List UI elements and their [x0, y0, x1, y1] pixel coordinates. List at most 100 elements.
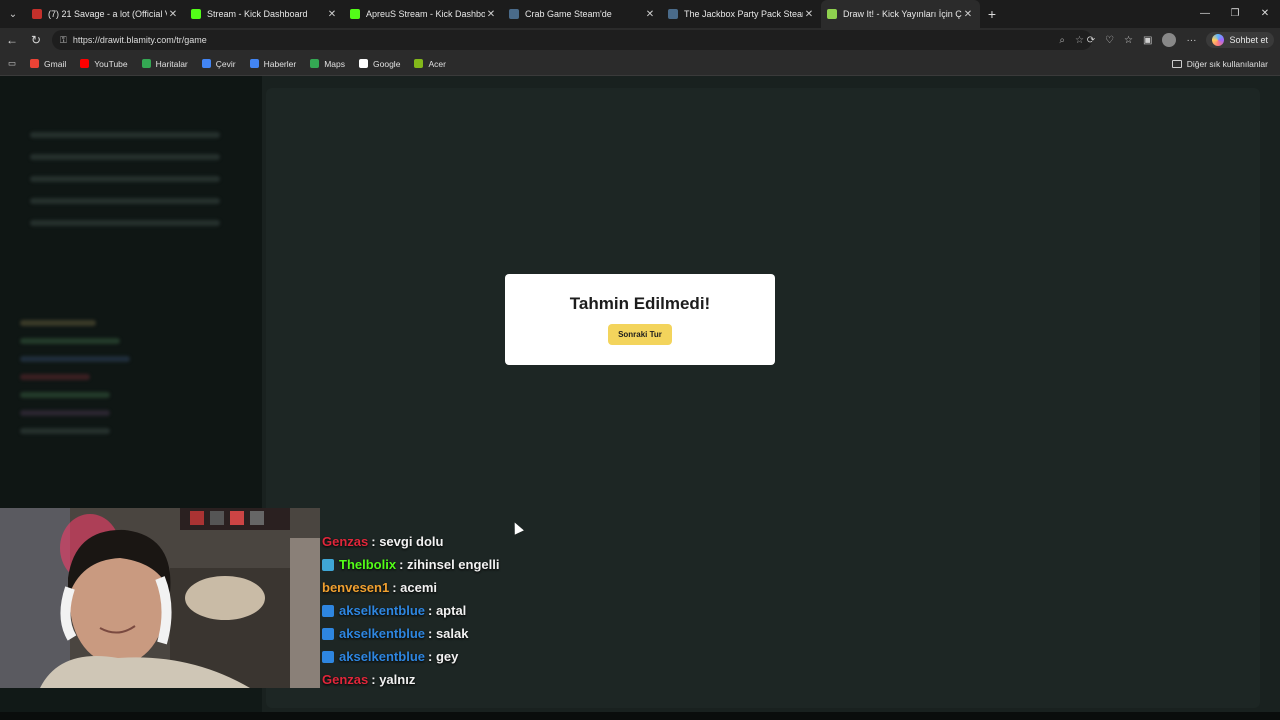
- bookmark-label: Haritalar: [155, 58, 188, 69]
- profile-avatar[interactable]: [1162, 33, 1177, 47]
- browser-essentials-icon[interactable]: ♡: [1105, 35, 1114, 46]
- tab-favicon-icon: [350, 9, 360, 19]
- browser-tab[interactable]: Draw It! - Kick Yayınları İçin Çizim✕: [821, 0, 980, 28]
- close-tab-icon[interactable]: ✕: [803, 9, 815, 20]
- tab-title: Crab Game Steam'de: [525, 9, 612, 19]
- chat-text: : acemi: [392, 580, 438, 595]
- bookmark-favicon-icon: [80, 59, 90, 68]
- close-tab-icon[interactable]: ✕: [644, 9, 656, 20]
- chat-overlay: Genzas: sevgi dolu Thelbolix: zihinsel en…: [322, 530, 722, 691]
- close-tab-icon[interactable]: ✕: [167, 9, 179, 20]
- chat-message: akselkentblue: aptal: [322, 599, 722, 622]
- bookmark-label: Maps: [324, 58, 346, 69]
- bookmark-item[interactable]: Google: [359, 59, 400, 69]
- chat-badge-icon: [322, 558, 334, 571]
- extensions-icon[interactable]: ⟳: [1087, 35, 1095, 46]
- favorites-icon[interactable]: ☆: [1124, 35, 1133, 46]
- bookmark-item[interactable]: YouTube: [80, 59, 128, 69]
- close-window-icon[interactable]: ✕: [1250, 0, 1280, 28]
- next-round-button[interactable]: Sonraki Tur: [608, 324, 672, 345]
- tab-favicon-icon: [509, 9, 519, 19]
- tab-title: (7) 21 Savage - a lot (Official Video: [48, 9, 167, 19]
- bookmark-favicon-icon: [141, 59, 151, 68]
- bookmark-label: Acer: [428, 58, 446, 69]
- tab-favicon-icon: [827, 9, 837, 19]
- chat-username: akselkentblue: [339, 626, 425, 641]
- tab-strip: ⌄ (7) 21 Savage - a lot (Official Video✕…: [0, 0, 1280, 28]
- restore-icon[interactable]: ❐: [1220, 0, 1250, 28]
- chat-badge-icon: [322, 604, 334, 617]
- chat-badge-icon: [322, 650, 334, 663]
- bookmark-item[interactable]: Acer: [414, 58, 446, 69]
- webcam-image: [0, 508, 320, 688]
- minimize-icon[interactable]: —: [1190, 0, 1220, 28]
- bookmark-item[interactable]: Gmail: [30, 59, 66, 69]
- tab-title: The Jackbox Party Pack Steam'de: [684, 9, 803, 19]
- bookmark-label: Çevir: [215, 58, 236, 69]
- tab-favicon-icon: [32, 9, 42, 19]
- tab-title: ApreuS Stream - Kick Dashboard: [366, 9, 485, 19]
- tab-actions-menu[interactable]: ⌄: [0, 0, 26, 28]
- bookmark-favicon-icon: [414, 59, 424, 68]
- sidebar-toggle-icon[interactable]: ▭: [8, 58, 16, 69]
- chat-username: Genzas: [322, 672, 369, 687]
- browser-tab[interactable]: (7) 21 Savage - a lot (Official Video✕: [26, 0, 185, 28]
- chat-message: Thelbolix: zihinsel engelli: [322, 553, 722, 576]
- chat-message: akselkentblue: salak: [322, 622, 722, 645]
- more-menu-icon[interactable]: ···: [1186, 35, 1196, 46]
- chat-message: benvesen1: acemi: [322, 576, 722, 599]
- chat-message: Genzas: yalnız: [322, 668, 722, 691]
- bookmark-item[interactable]: Maps: [310, 59, 345, 69]
- tab-favicon-icon: [191, 9, 201, 19]
- chat-username: akselkentblue: [339, 649, 425, 664]
- bottom-bar: [0, 712, 1280, 720]
- tab-title: Stream - Kick Dashboard: [207, 9, 308, 19]
- zoom-icon[interactable]: ⌕: [1059, 35, 1065, 46]
- bookmarks-bar: ▭ Gmail YouTube Haritalar Çevir Haberler Maps…: [0, 52, 1280, 76]
- close-tab-icon[interactable]: ✕: [485, 9, 497, 20]
- result-modal: Tahmin Edilmedi! Sonraki Tur: [505, 274, 775, 365]
- blurred-sidebar: [0, 76, 262, 508]
- copilot-button[interactable]: Sohbet et: [1206, 32, 1274, 48]
- chat-message: Genzas: sevgi dolu: [322, 530, 722, 553]
- chat-text: : salak: [428, 626, 469, 641]
- other-favorites[interactable]: Diğer sık kullanılanlar: [1171, 59, 1268, 69]
- collections-icon[interactable]: ▣: [1143, 35, 1152, 46]
- reload-icon[interactable]: ↻: [24, 33, 48, 47]
- new-tab-button[interactable]: +: [980, 6, 1004, 22]
- chat-badge-icon: [322, 627, 334, 640]
- toolbar-right: ⟳ ♡ ☆ ▣ ··· Sohbet et: [1087, 28, 1274, 52]
- bookmark-favicon-icon: [359, 59, 369, 68]
- bookmark-item[interactable]: Haritalar: [141, 58, 188, 69]
- page-viewport: Genzas: sevgi dolu Thelbolix: zihinsel en…: [0, 76, 1280, 720]
- address-bar[interactable]: ⚿ https://drawit.blamity.com/tr/game ⌕ ☆: [52, 30, 1092, 50]
- browser-tab[interactable]: Crab Game Steam'de ✕: [503, 0, 662, 28]
- copilot-label: Sohbet et: [1229, 35, 1268, 45]
- folder-icon: [1171, 59, 1182, 68]
- site-info-icon[interactable]: ⚿: [60, 35, 67, 46]
- browser-tab[interactable]: Stream - Kick Dashboard ✕: [185, 0, 344, 28]
- close-tab-icon[interactable]: ✕: [326, 9, 338, 20]
- copilot-icon: [1212, 34, 1225, 46]
- browser-tab[interactable]: ApreuS Stream - Kick Dashboard✕: [344, 0, 503, 28]
- browser-tab[interactable]: The Jackbox Party Pack Steam'de✕: [662, 0, 821, 28]
- bookmark-item[interactable]: Çevir: [201, 58, 236, 69]
- bookmark-favicon-icon: [310, 59, 320, 68]
- favorite-star-icon[interactable]: ☆: [1075, 35, 1084, 46]
- modal-title: Tahmin Edilmedi!: [569, 294, 711, 313]
- bookmark-label: Haberler: [263, 58, 297, 69]
- chat-text: : gey: [428, 649, 459, 664]
- chat-text: : zihinsel engelli: [399, 557, 500, 572]
- close-tab-icon[interactable]: ✕: [962, 9, 974, 20]
- bookmark-favicon-icon: [201, 59, 211, 68]
- address-toolbar: ← ↻ ⚿ https://drawit.blamity.com/tr/game…: [0, 28, 1280, 52]
- bookmark-item[interactable]: Haberler: [249, 58, 297, 69]
- bookmark-favicon-icon: [249, 59, 259, 68]
- chat-text: : aptal: [428, 603, 467, 618]
- bookmark-favicon-icon: [30, 59, 40, 68]
- webcam-overlay: [0, 508, 320, 688]
- chat-text: : sevgi dolu: [371, 534, 444, 549]
- chat-text: : yalnız: [371, 672, 416, 687]
- tab-title: Draw It! - Kick Yayınları İçin Çizim: [843, 9, 962, 19]
- back-icon[interactable]: ←: [0, 33, 24, 47]
